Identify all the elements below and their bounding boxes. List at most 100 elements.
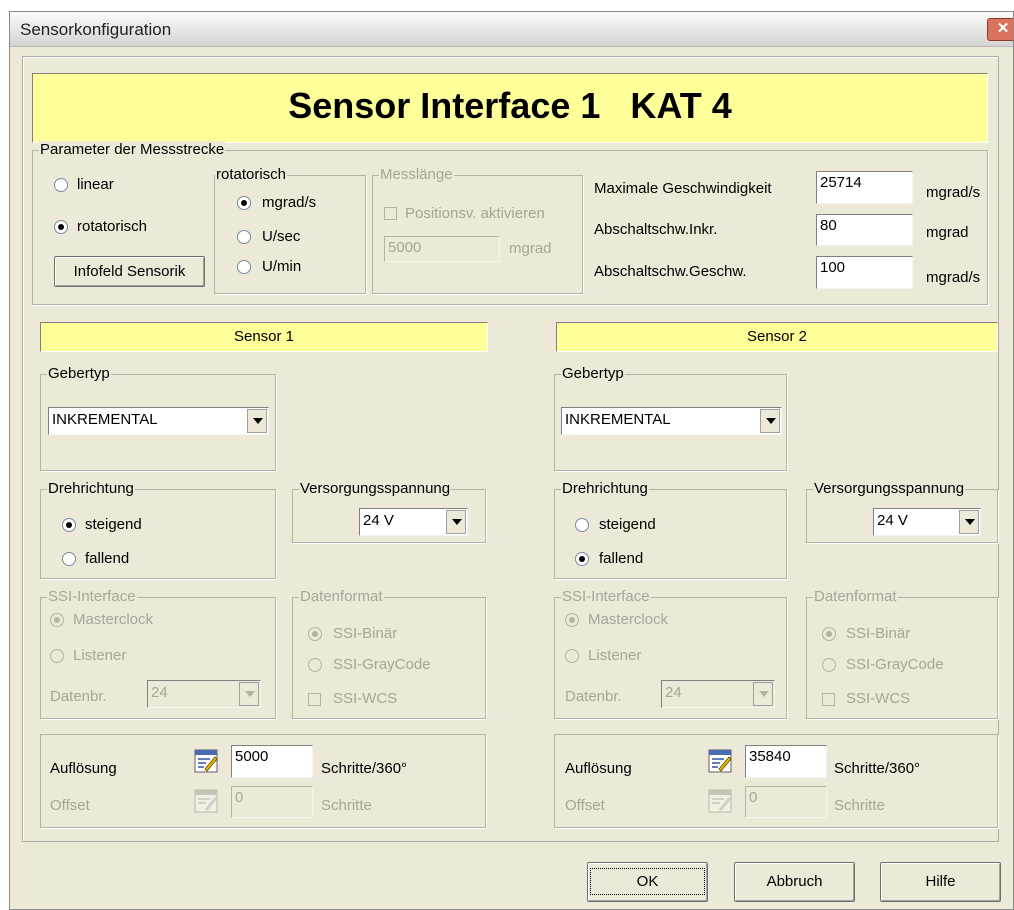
infofeld-sensorik-button[interactable]: Infofeld Sensorik [54, 256, 205, 287]
radio-u-sec[interactable] [237, 230, 251, 244]
abs-speed-input[interactable]: 100 [816, 256, 913, 289]
sensor1-listener-label: Listener [73, 647, 127, 664]
sensor1-gebertyp-select[interactable]: INKREMENTAL [48, 407, 269, 435]
radio-mgrad-s[interactable] [237, 196, 251, 210]
sensor2-versorgung-value: 24 V [877, 512, 908, 529]
sensor1-ssi-wcs-checkbox[interactable] [308, 693, 321, 706]
abs-speed-unit: mgrad/s [926, 269, 981, 286]
abs-inkr-unit: mgrad [926, 224, 969, 241]
sensor1-datenbr-select[interactable]: 24 [147, 680, 261, 708]
sensor1-gebertyp-value: INKREMENTAL [52, 411, 158, 428]
abs-inkr-input[interactable]: 80 [816, 214, 913, 246]
messlaenge-input[interactable]: 5000 [384, 236, 500, 262]
sensor1-title: Sensor 1 [233, 328, 295, 345]
sensor1-aufloesung-unit: Schritte/360° [321, 760, 408, 777]
sensor2-radio-fallend[interactable] [575, 552, 589, 566]
rotatorisch-unit-group-label: rotatorisch [215, 166, 288, 184]
sensor2-ssi-wcs-checkbox[interactable] [822, 693, 835, 706]
sensor2-header: Sensor 2 [556, 322, 998, 352]
sensor2-aufloesung-label: Auflösung [565, 760, 632, 777]
sensor2-datenbr-value: 24 [665, 684, 682, 701]
cancel-button[interactable]: Abbruch [734, 862, 855, 902]
sensor1-radio-ssi-gray[interactable] [308, 658, 322, 672]
messlaenge-group: Messlänge [372, 166, 583, 294]
messlaenge-unit: mgrad [509, 240, 552, 257]
abs-inkr-label: Abschaltschw.Inkr. [594, 221, 718, 238]
sensor1-datenbr-label: Datenbr. [50, 688, 107, 705]
help-button[interactable]: Hilfe [880, 862, 1001, 902]
sensor1-datenbr-value: 24 [151, 684, 168, 701]
radio-rotatorisch[interactable] [54, 220, 68, 234]
radio-u-sec-label: U/sec [262, 228, 301, 245]
positionsv-label: Positionsv. aktivieren [405, 205, 545, 222]
radio-rotatorisch-label: rotatorisch [77, 218, 148, 235]
sensor1-aufloesung-input[interactable]: 5000 [231, 745, 313, 778]
sensor2-title: Sensor 2 [746, 328, 808, 345]
sensor2-gebertyp-value: INKREMENTAL [565, 411, 671, 428]
ok-button-label: OK [589, 868, 706, 895]
chevron-down-icon[interactable] [247, 409, 267, 433]
sensor2-versorgung-label: Versorgungsspannung [813, 480, 966, 498]
sensor1-radio-listener[interactable] [50, 649, 64, 663]
radio-linear-label: linear [77, 176, 114, 193]
sensor1-masterclock-label: Masterclock [73, 611, 154, 628]
cancel-button-label: Abbruch [766, 873, 823, 890]
sensor2-gebertyp-label: Gebertyp [561, 365, 625, 383]
sensor2-ssi-binaer-label: SSI-Binär [846, 625, 911, 642]
sensor2-ssi-wcs-label: SSI-WCS [846, 690, 911, 707]
max-speed-input[interactable]: 25714 [816, 171, 913, 204]
sensor2-listener-label: Listener [588, 647, 642, 664]
sensor1-steigend-label: steigend [85, 516, 142, 533]
sensor1-drehrichtung-group: Drehrichtung [40, 480, 276, 579]
sensor2-radio-ssi-gray[interactable] [822, 658, 836, 672]
radio-u-min[interactable] [237, 260, 251, 274]
max-speed-unit: mgrad/s [926, 184, 981, 201]
sensor2-versorgung-select[interactable]: 24 V [873, 508, 981, 536]
chevron-down-icon[interactable] [239, 682, 259, 706]
sensor2-radio-ssi-binaer[interactable] [822, 627, 836, 641]
sensor2-radio-masterclock[interactable] [565, 613, 579, 627]
chevron-down-icon[interactable] [760, 409, 780, 433]
sensor2-gebertyp-select[interactable]: INKREMENTAL [561, 407, 782, 435]
sensor1-radio-ssi-binaer[interactable] [308, 627, 322, 641]
sensor2-fallend-label: fallend [599, 550, 644, 567]
sensor1-versorgung-select[interactable]: 24 V [359, 508, 468, 536]
positionsv-checkbox[interactable] [384, 207, 397, 220]
sensor2-offset-edit-icon[interactable] [708, 789, 732, 813]
ok-button[interactable]: OK [587, 862, 708, 902]
sensor2-datenbr-select[interactable]: 24 [661, 680, 775, 708]
sensor1-offset-input[interactable]: 0 [231, 786, 313, 818]
chevron-down-icon[interactable] [446, 510, 466, 534]
sensor1-aufloesung-label: Auflösung [50, 760, 117, 777]
chevron-down-icon[interactable] [959, 510, 979, 534]
sensor1-ssi-binaer-label: SSI-Binär [333, 625, 398, 642]
sensor2-aufloesung-edit-icon[interactable] [708, 749, 732, 773]
sensor2-datenformat-label: Datenformat [813, 588, 898, 606]
sensor1-gebertyp-label: Gebertyp [47, 365, 111, 383]
sensor2-offset-input[interactable]: 0 [745, 786, 827, 818]
infofeld-sensorik-label: Infofeld Sensorik [73, 263, 186, 280]
sensor1-offset-edit-icon[interactable] [194, 789, 218, 813]
sensor1-datenformat-label: Datenformat [299, 588, 384, 606]
sensor2-aufloesung-input[interactable]: 35840 [745, 745, 827, 778]
radio-mgrad-s-label: mgrad/s [262, 194, 317, 211]
sensor1-ssi-gray-label: SSI-GrayCode [333, 656, 431, 673]
sensor2-offset-unit: Schritte [834, 797, 885, 814]
sensor2-radio-listener[interactable] [565, 649, 579, 663]
sensor1-radio-masterclock[interactable] [50, 613, 64, 627]
help-button-label: Hilfe [925, 873, 956, 890]
sensor1-radio-steigend[interactable] [62, 518, 76, 532]
sensor1-ssi-wcs-label: SSI-WCS [333, 690, 398, 707]
sensor1-offset-label: Offset [50, 797, 90, 814]
radio-linear[interactable] [54, 178, 68, 192]
max-speed-label: Maximale Geschwindigkeit [594, 180, 772, 197]
sensor1-radio-fallend[interactable] [62, 552, 76, 566]
sensor2-drehrichtung-label: Drehrichtung [561, 480, 649, 498]
sensor1-versorgung-label: Versorgungsspannung [299, 480, 452, 498]
sensor2-drehrichtung-group: Drehrichtung [554, 480, 787, 579]
sensor1-drehrichtung-label: Drehrichtung [47, 480, 135, 498]
sensor2-radio-steigend[interactable] [575, 518, 589, 532]
sensor1-aufloesung-edit-icon[interactable] [194, 749, 218, 773]
radio-u-min-label: U/min [262, 258, 302, 275]
chevron-down-icon[interactable] [753, 682, 773, 706]
